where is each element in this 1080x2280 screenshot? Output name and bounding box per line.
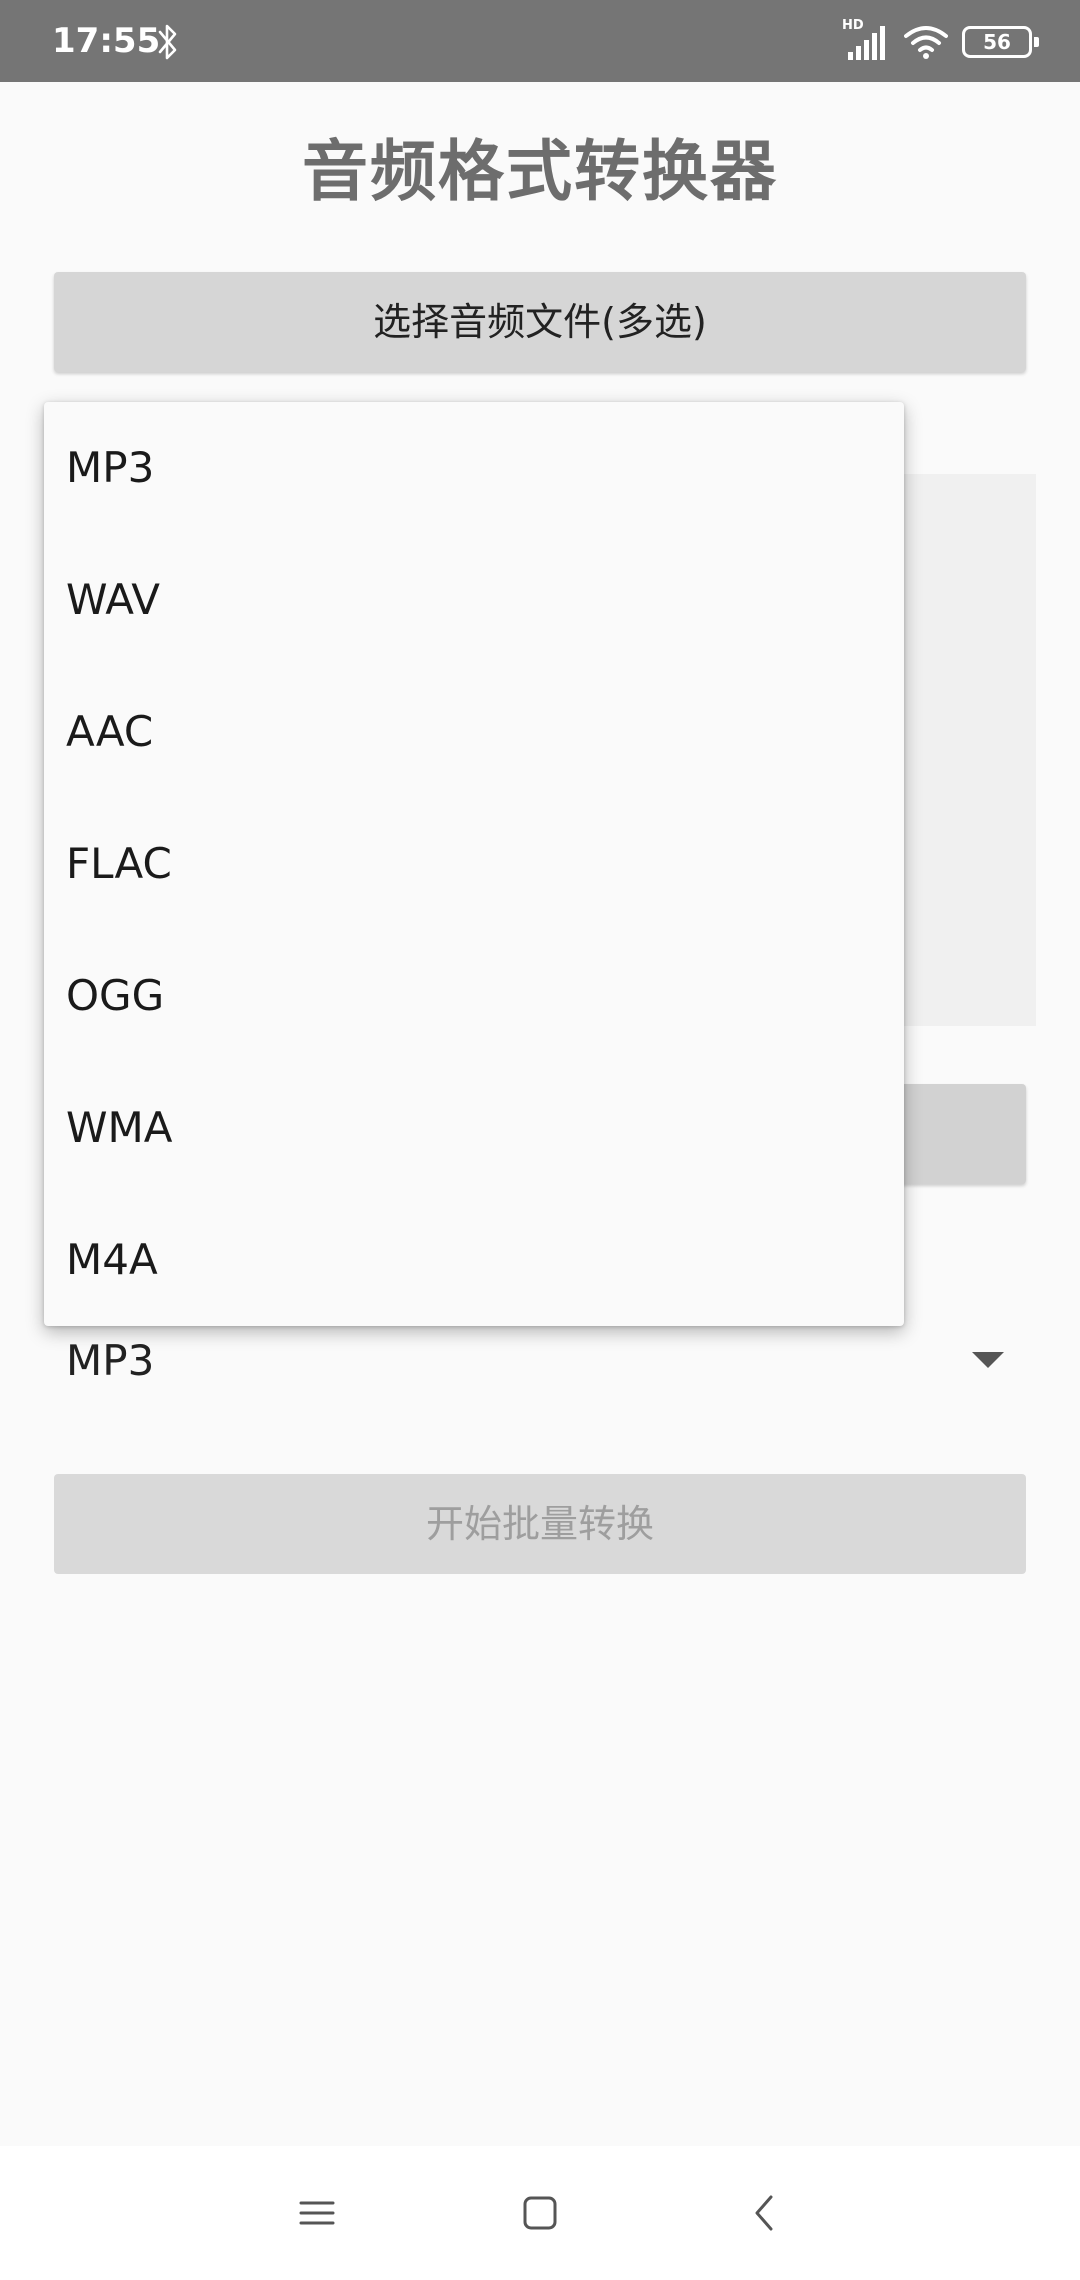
home-icon[interactable]: [510, 2183, 570, 2243]
menu-icon[interactable]: [287, 2183, 347, 2243]
dropdown-option-flac[interactable]: FLAC: [44, 798, 904, 930]
navigation-bar: [0, 2146, 1080, 2280]
dropdown-option-m4a[interactable]: M4A: [44, 1194, 904, 1326]
dropdown-option-mp3[interactable]: MP3: [44, 402, 904, 534]
status-icons: HD 56: [842, 18, 1039, 62]
bluetooth-icon: [158, 24, 177, 60]
battery-icon: 56: [962, 26, 1039, 58]
dropdown-arrow-icon: [972, 1352, 1004, 1368]
select-files-button[interactable]: 选择音频文件(多选): [54, 272, 1026, 372]
dropdown-option-aac[interactable]: AAC: [44, 666, 904, 798]
dropdown-option-wav[interactable]: WAV: [44, 534, 904, 666]
battery-level: 56: [983, 30, 1011, 54]
format-spinner-value: MP3: [66, 1336, 155, 1385]
page-title: 音频格式转换器: [302, 133, 778, 210]
dropdown-option-wma[interactable]: WMA: [44, 1062, 904, 1194]
format-spinner[interactable]: MP3: [44, 1316, 1004, 1406]
status-bar: 17:55 HD 56: [0, 0, 1080, 82]
format-dropdown-menu: MP3 WAV AAC FLAC OGG WMA M4A: [44, 402, 904, 1326]
start-batch-button[interactable]: 开始批量转换: [54, 1474, 1026, 1574]
wifi-icon: [904, 26, 948, 59]
signal-icon: HD: [842, 18, 890, 62]
dropdown-option-ogg[interactable]: OGG: [44, 930, 904, 1062]
back-icon[interactable]: [735, 2183, 795, 2243]
status-time: 17:55: [52, 21, 161, 61]
hd-label: HD: [842, 18, 864, 33]
